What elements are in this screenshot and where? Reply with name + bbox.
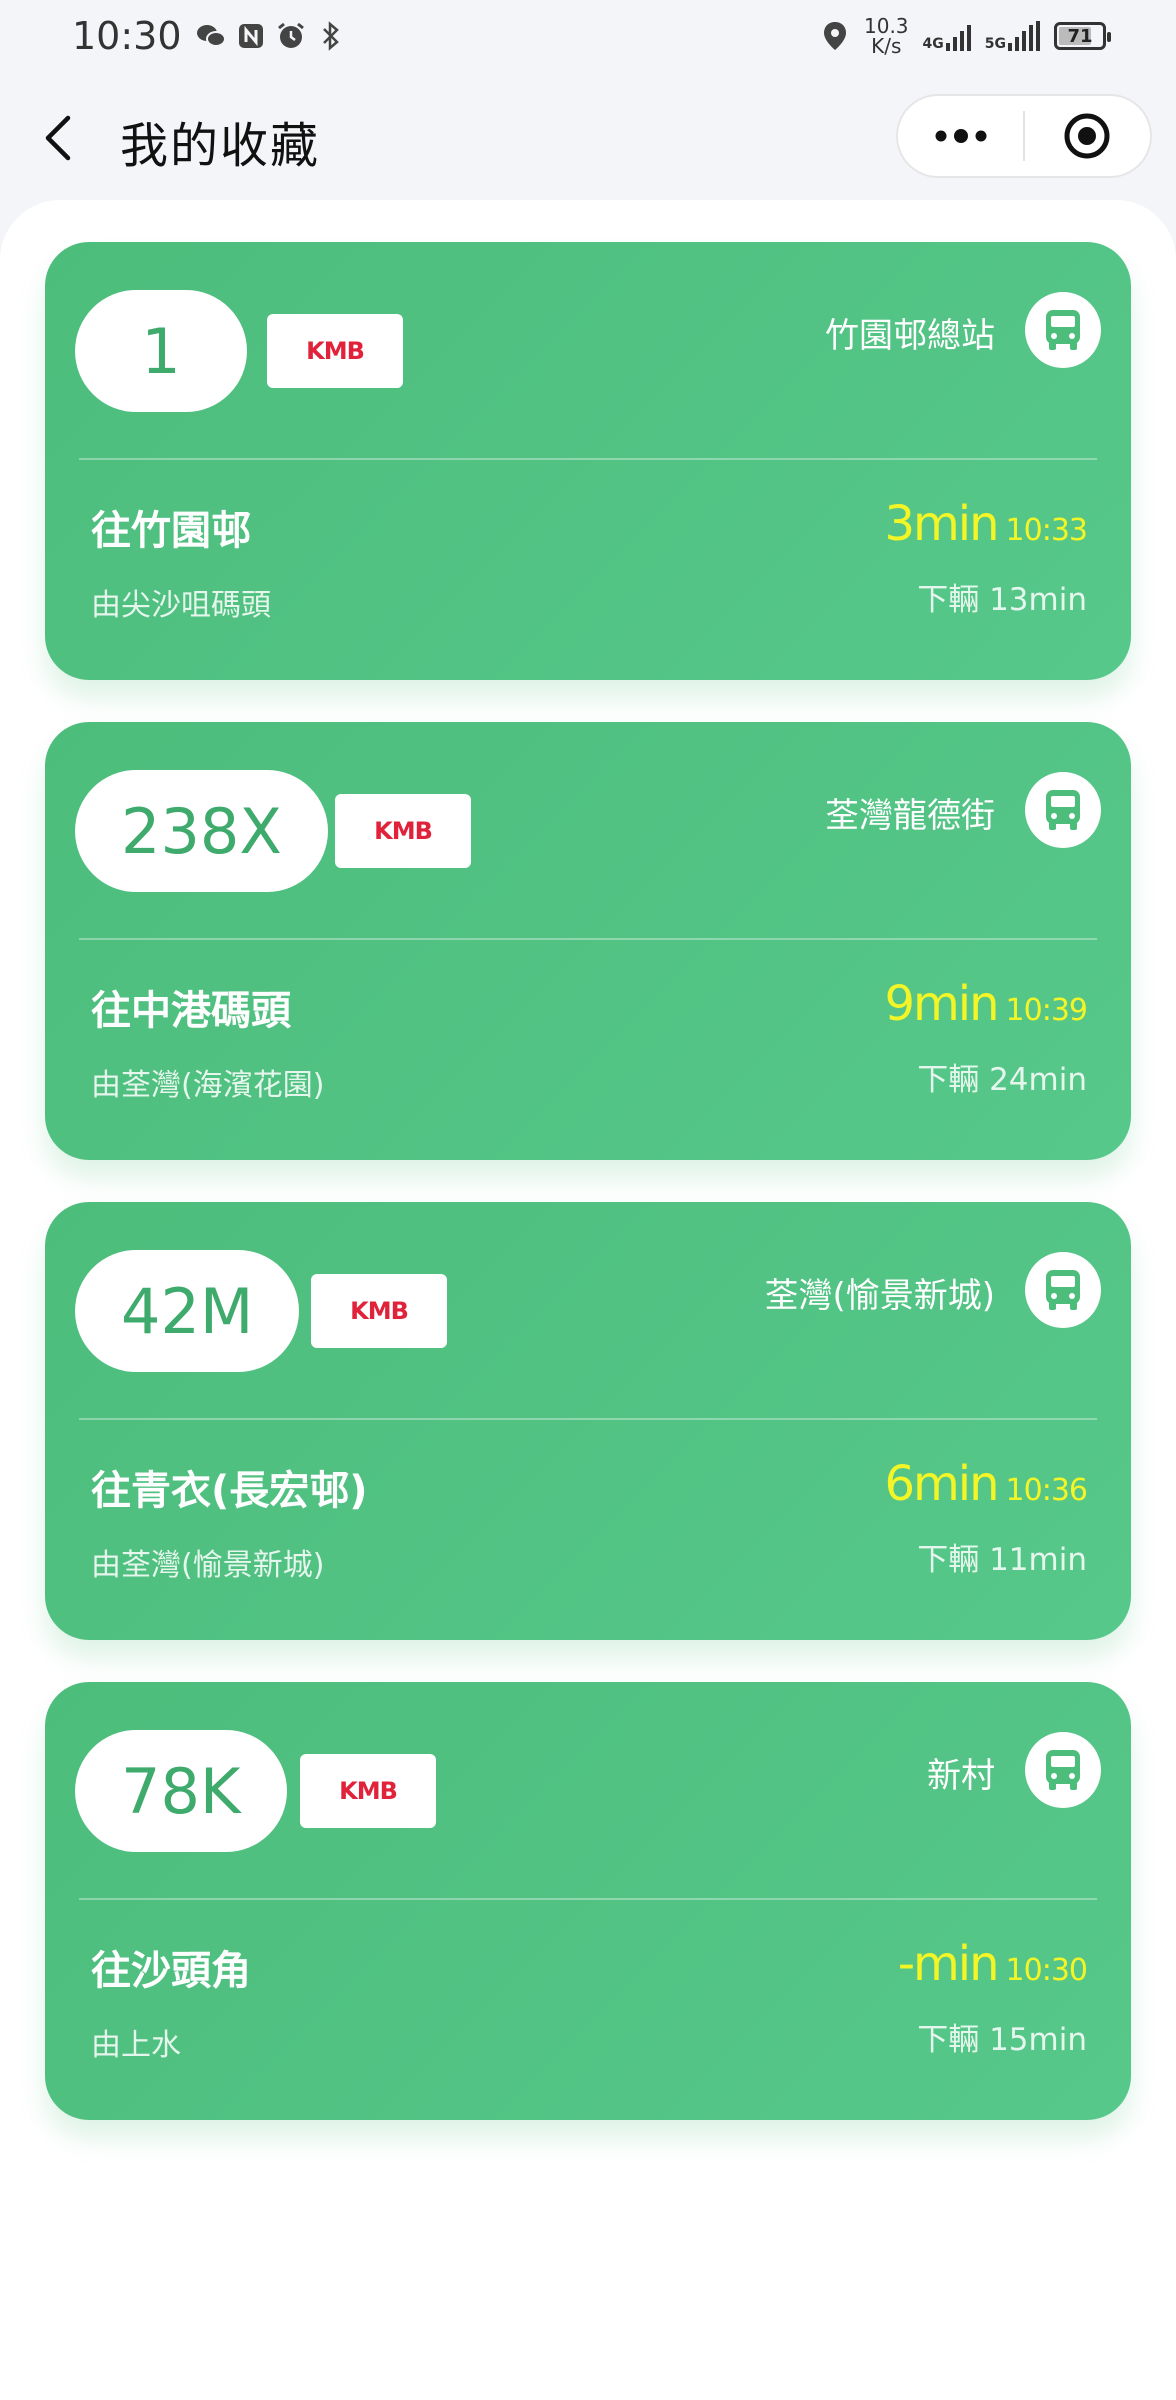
page-title: 我的收藏: [120, 118, 321, 174]
eta-time: 10:33: [1005, 513, 1088, 548]
favorite-card[interactable]: 42M KMB 荃灣(愉景新城) 往青衣(長宏邨) 由荃灣(愉景新城) 6min…: [45, 1202, 1131, 1640]
card-divider: [79, 1418, 1097, 1420]
bus-button[interactable]: [1025, 772, 1101, 848]
eta-time: 10:39: [1005, 993, 1088, 1028]
origin: 由荃灣(愉景新城): [91, 1548, 325, 1583]
eta-minutes: -min: [897, 1936, 1000, 1992]
signal-2: 5G: [985, 21, 1040, 51]
card-divider: [79, 938, 1097, 940]
eta-minutes: 3min: [884, 496, 999, 552]
origin: 由尖沙咀碼頭: [91, 588, 271, 623]
stop-name: 竹園邨總站: [825, 316, 995, 356]
status-left: 10:30: [72, 14, 346, 58]
eta: 6min 10:36: [884, 1456, 1088, 1512]
ellipsis-icon: [935, 129, 986, 143]
kmb-logo: KMB: [306, 337, 365, 365]
origin: 由荃灣(海濱花園): [91, 1068, 325, 1103]
next-bus: 下輛 24min: [917, 1062, 1087, 1098]
nfc-icon: [236, 21, 266, 51]
bus-icon: [1046, 310, 1080, 350]
location-icon: [820, 21, 850, 51]
signal-1: 4G: [923, 21, 971, 51]
card-divider: [79, 1898, 1097, 1900]
eta: -min 10:30: [897, 1936, 1088, 1992]
bus-button[interactable]: [1025, 292, 1101, 368]
battery-level: 71: [1067, 25, 1093, 47]
bus-button[interactable]: [1025, 1252, 1101, 1328]
operator-logo: KMB: [300, 1754, 436, 1828]
bus-button[interactable]: [1025, 1732, 1101, 1808]
next-bus: 下輛 13min: [917, 582, 1087, 618]
route-number: 78K: [75, 1730, 287, 1852]
net-type-2: 5G: [984, 36, 1006, 52]
eta: 9min 10:39: [884, 976, 1088, 1032]
stop-name: 荃灣(愉景新城): [764, 1276, 995, 1316]
destination: 往中港碼頭: [91, 988, 291, 1034]
mini-program-capsule: [896, 94, 1152, 178]
route-number: 238X: [75, 770, 328, 892]
route-number: 1: [75, 290, 247, 412]
page-header: 我的收藏: [0, 80, 1176, 196]
more-button[interactable]: [898, 96, 1023, 176]
route-number: 42M: [75, 1250, 300, 1372]
eta-time: 10:36: [1005, 1473, 1088, 1508]
operator-logo: KMB: [267, 314, 403, 388]
battery-icon: 71: [1054, 22, 1111, 50]
net-speed: 10.3 K/s: [864, 16, 909, 56]
signal-bars-icon: [945, 21, 971, 51]
net-speed-value: 10.3: [864, 14, 909, 38]
favorite-card[interactable]: 238X KMB 荃灣龍德街 往中港碼頭 由荃灣(海濱花園) 9min 10:3…: [45, 722, 1131, 1160]
operator-logo: KMB: [335, 794, 471, 868]
stop-name: 荃灣龍德街: [825, 796, 995, 836]
close-button[interactable]: [1025, 96, 1150, 176]
bluetooth-icon: [316, 21, 346, 51]
target-circle-icon: [1064, 113, 1110, 159]
net-type-1: 4G: [922, 36, 944, 52]
favorite-card[interactable]: 1 KMB 竹園邨總站 往竹園邨 由尖沙咀碼頭 3min 10:33 下輛 13…: [45, 242, 1131, 680]
kmb-logo: KMB: [339, 1777, 398, 1805]
stop-name: 新村: [927, 1756, 995, 1796]
favorite-card[interactable]: 78K KMB 新村 往沙頭角 由上水 -min 10:30 下輛 15min: [45, 1682, 1131, 2120]
bus-icon: [1046, 1270, 1080, 1310]
notification-icons: [196, 21, 346, 51]
wechat-icon: [196, 21, 226, 51]
back-button[interactable]: [38, 112, 78, 164]
alarm-icon: [276, 21, 306, 51]
card-divider: [79, 458, 1097, 460]
favorites-list: 1 KMB 竹園邨總站 往竹園邨 由尖沙咀碼頭 3min 10:33 下輛 13…: [0, 200, 1176, 2400]
status-right: 10.3 K/s 4G 5G 71: [820, 16, 1111, 56]
eta: 3min 10:33: [884, 496, 1088, 552]
chevron-left-icon: [45, 115, 71, 161]
destination: 往青衣(長宏邨): [91, 1468, 368, 1514]
status-time: 10:30: [72, 14, 182, 58]
destination: 往沙頭角: [91, 1948, 251, 1994]
operator-logo: KMB: [311, 1274, 447, 1348]
next-bus: 下輛 15min: [917, 2022, 1087, 2058]
origin: 由上水: [91, 2028, 181, 2063]
bus-icon: [1046, 790, 1080, 830]
eta-time: 10:30: [1005, 1953, 1088, 1988]
eta-minutes: 9min: [884, 976, 999, 1032]
status-bar: 10:30 10.3 K/s 4G 5G 71: [0, 0, 1176, 72]
destination: 往竹園邨: [91, 508, 251, 554]
signal-bars-icon: [1008, 21, 1040, 51]
eta-minutes: 6min: [884, 1456, 999, 1512]
kmb-logo: KMB: [350, 1297, 409, 1325]
next-bus: 下輛 11min: [917, 1542, 1087, 1578]
kmb-logo: KMB: [374, 817, 433, 845]
net-speed-unit: K/s: [871, 34, 902, 58]
bus-icon: [1046, 1750, 1080, 1790]
